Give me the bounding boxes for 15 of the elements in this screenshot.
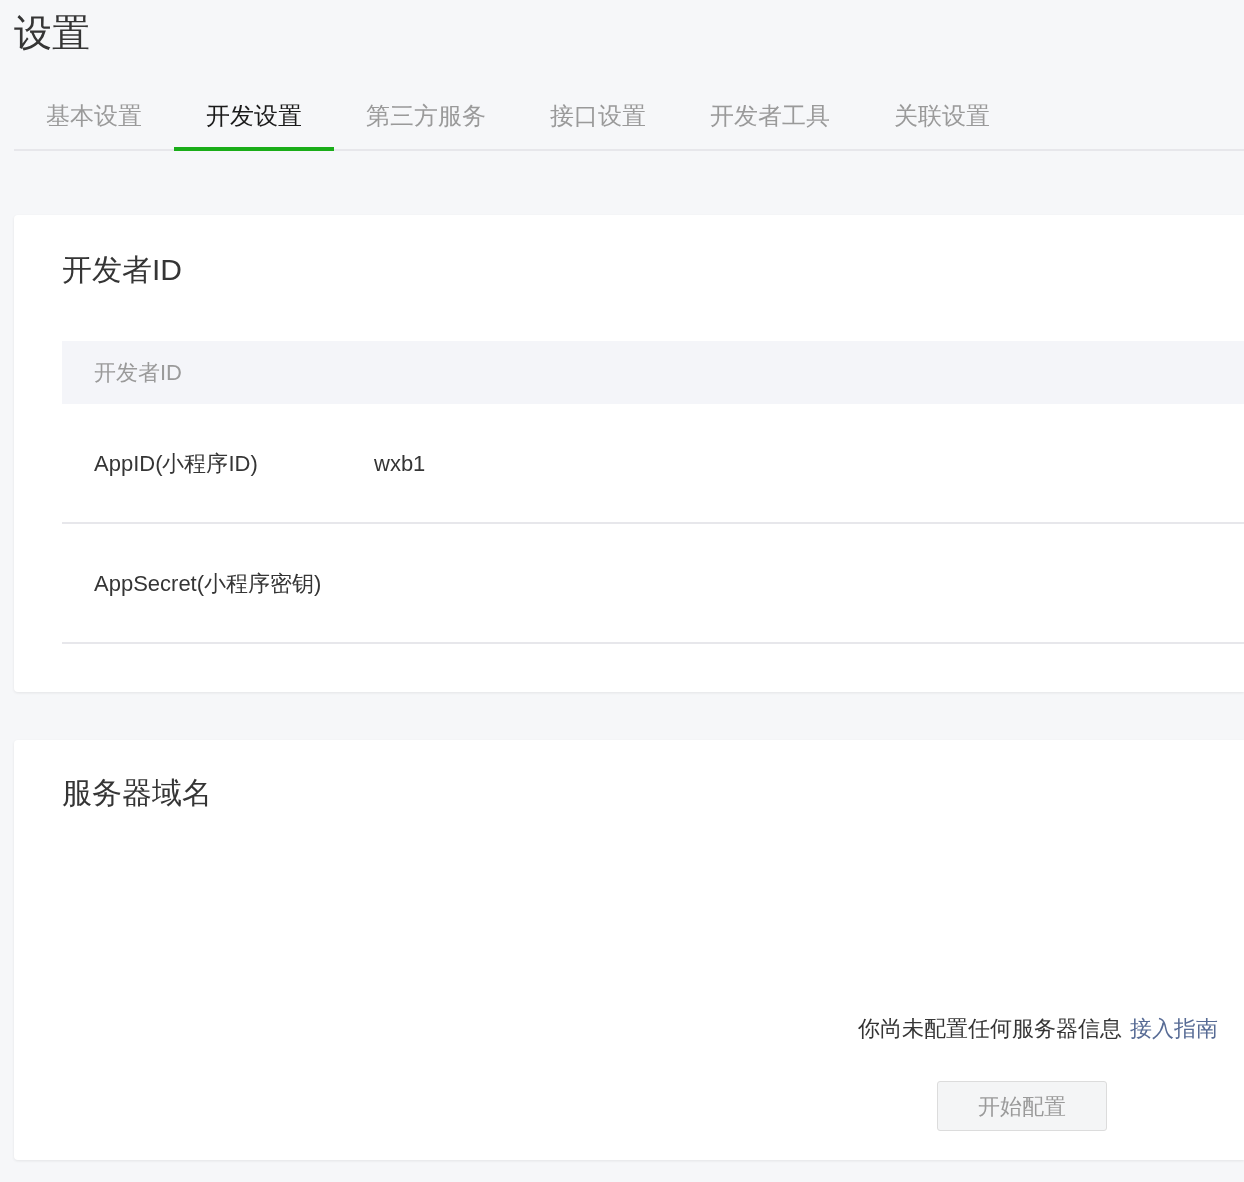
table-header: 开发者ID (94, 359, 182, 388)
field-value: wxb1 (374, 449, 426, 478)
tab[interactable]: 第三方服务 (334, 100, 518, 152)
tab[interactable]: 开发者工具 (678, 100, 862, 152)
field-label: AppID(小程序ID) (94, 449, 259, 478)
tab[interactable]: 基本设置 (14, 100, 174, 152)
tab[interactable]: 关联设置 (862, 100, 1022, 152)
page-title: 设置 (13, 11, 91, 52)
field-label: AppSecret(小程序密钥) (94, 569, 323, 598)
tab[interactable]: 开发设置 (174, 100, 334, 152)
section-title: 开发者ID (62, 255, 183, 286)
tab[interactable]: 接口设置 (518, 100, 678, 152)
section-title: 服务器域名 (62, 778, 213, 809)
guide-link[interactable]: 接入指南 (1130, 1012, 1218, 1046)
empty-message: 你尚未配置任何服务器信息 (858, 1015, 1122, 1044)
